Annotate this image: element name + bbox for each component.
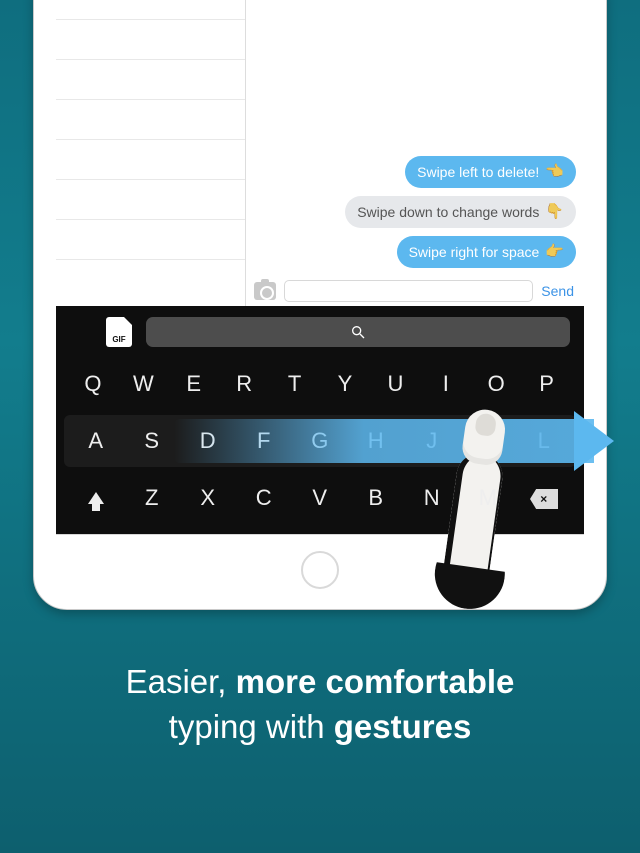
key-l[interactable]: L [516,428,572,454]
key-e[interactable]: E [169,371,219,397]
key-n[interactable]: N [404,485,460,511]
key-u[interactable]: U [370,371,420,397]
keyboard-rows: Q W E R T Y U I O P A S D F [64,352,576,524]
virtual-keyboard: Q W E R T Y U I O P A S D F [56,306,584,534]
key-q[interactable]: Q [68,371,118,397]
key-w[interactable]: W [118,371,168,397]
search-icon [350,324,366,340]
keyboard-search[interactable] [146,317,570,347]
key-d[interactable]: D [180,428,236,454]
conversation-list-sidebar[interactable] [56,0,246,306]
key-m[interactable]: M [460,485,516,511]
message-row: Swipe down to change words 👇 [254,196,576,228]
home-button[interactable] [301,551,339,589]
message-text: Swipe left to delete! [417,164,539,181]
tablet-frame: Swipe left to delete! 👈 Swipe down to ch… [33,0,607,610]
key-v[interactable]: V [292,485,348,511]
keyboard-top-bar [64,312,576,352]
shift-icon [88,492,104,504]
message-row: Swipe right for space 👉 [254,236,576,268]
key-j[interactable]: J [404,428,460,454]
message-text: Swipe right for space [409,244,540,261]
pointing-right-icon: 👉 [545,243,564,261]
message-bubble-outgoing[interactable]: Swipe right for space 👉 [397,236,576,268]
pointing-left-icon: 👈 [545,163,564,181]
key-a[interactable]: A [68,428,124,454]
key-backspace[interactable]: × [516,487,572,509]
chat-area: Swipe left to delete! 👈 Swipe down to ch… [56,0,584,306]
keyboard-row-2: A S D F G H J K L [64,415,576,467]
caption-bold: gestures [334,708,472,745]
key-b[interactable]: B [348,485,404,511]
camera-icon[interactable] [254,282,276,300]
caption-text: Easier, [126,663,236,700]
send-button[interactable]: Send [541,283,576,299]
caption-bold: more comfortable [236,663,515,700]
promo-caption: Easier, more comfortable typing with ges… [0,660,640,749]
key-i[interactable]: I [421,371,471,397]
message-text: Swipe down to change words [357,204,539,221]
compose-bar: Send [254,278,576,304]
key-f[interactable]: F [236,428,292,454]
key-o[interactable]: O [471,371,521,397]
key-p[interactable]: P [522,371,572,397]
key-y[interactable]: Y [320,371,370,397]
keyboard-row-3: Z X C V B N M × [64,472,576,524]
key-g[interactable]: G [292,428,348,454]
caption-text: typing with [169,708,334,745]
key-k[interactable]: K [460,428,516,454]
message-row: Swipe left to delete! 👈 [254,156,576,188]
message-bubble-outgoing[interactable]: Swipe left to delete! 👈 [405,156,576,188]
swipe-arrow-icon [574,411,614,471]
backspace-icon: × [530,489,558,509]
message-bubble-incoming[interactable]: Swipe down to change words 👇 [345,196,576,228]
tablet-screen: Swipe left to delete! 👈 Swipe down to ch… [56,0,584,535]
key-r[interactable]: R [219,371,269,397]
pointing-down-icon: 👇 [545,203,564,221]
key-shift[interactable] [68,488,124,509]
keyboard-row-1: Q W E R T Y U I O P [64,358,576,410]
key-h[interactable]: H [348,428,404,454]
key-t[interactable]: T [270,371,320,397]
message-input[interactable] [284,280,533,302]
key-x[interactable]: X [180,485,236,511]
gif-icon[interactable] [106,317,132,347]
key-z[interactable]: Z [124,485,180,511]
key-c[interactable]: C [236,485,292,511]
chat-thread: Swipe left to delete! 👈 Swipe down to ch… [246,0,584,306]
key-s[interactable]: S [124,428,180,454]
